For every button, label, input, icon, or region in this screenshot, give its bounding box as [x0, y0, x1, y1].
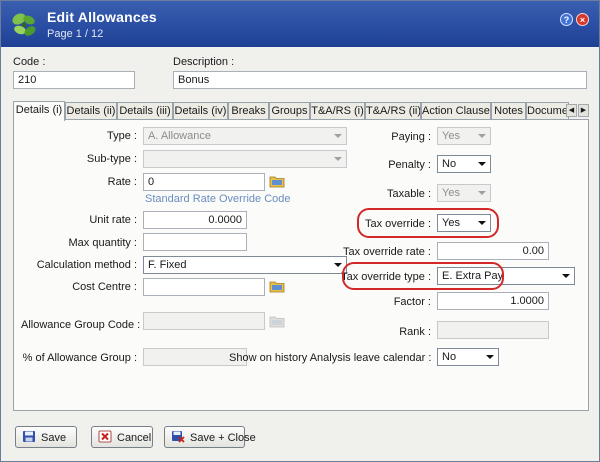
tab-details-ii[interactable]: Details (ii) — [65, 102, 117, 120]
max-quantity-field[interactable] — [143, 233, 247, 251]
paying-value: Yes — [442, 130, 460, 142]
tax-override-rate-label: Tax override rate : — [342, 246, 431, 258]
chevron-down-icon — [478, 162, 486, 166]
chevron-down-icon — [486, 355, 494, 359]
penalty-select[interactable]: No — [437, 155, 491, 173]
tab-scroll-right-icon[interactable]: ▶ — [578, 104, 589, 117]
cancel-button-label: Cancel — [117, 432, 152, 444]
pct-allowance-group-label: % of Allowance Group : — [22, 352, 137, 364]
help-icon[interactable]: ? — [560, 13, 573, 26]
taxable-value: Yes — [442, 187, 460, 199]
unit-rate-label: Unit rate : — [89, 214, 137, 226]
description-field[interactable]: Bonus — [173, 71, 587, 89]
window-title: Edit Allowances — [47, 9, 157, 25]
title-bar[interactable]: Edit Allowances Page 1 / 12 ? × — [1, 1, 599, 47]
cost-centre-field[interactable] — [143, 278, 265, 296]
folder-lookup-icon[interactable] — [269, 279, 285, 293]
taxable-label: Taxable : — [386, 188, 431, 200]
chevron-down-icon — [478, 221, 486, 225]
tax-override-select[interactable]: Yes — [437, 214, 491, 232]
calculation-method-select[interactable]: F. Fixed — [143, 256, 347, 274]
unit-rate-field[interactable]: 0.0000 — [143, 211, 247, 229]
page-indicator: Page 1 / 12 — [47, 28, 104, 40]
tab-strip: Details (i) Details (ii) Details (iii) D… — [13, 101, 589, 121]
tax-override-rate-field[interactable]: 0.00 — [437, 242, 549, 260]
calculation-method-label: Calculation method : — [36, 259, 137, 271]
cancel-x-icon — [98, 430, 112, 443]
paying-label: Paying : — [391, 131, 431, 143]
save-button[interactable]: Save — [15, 426, 77, 448]
type-value: A. Allowance — [148, 130, 211, 142]
factor-label: Factor : — [393, 296, 431, 308]
save-button-label: Save — [41, 432, 67, 444]
show-history-select[interactable]: No — [437, 348, 499, 366]
rate-label: Rate : — [107, 176, 137, 188]
tab-details-iv[interactable]: Details (iv) — [173, 102, 228, 120]
taxable-select[interactable]: Yes — [437, 184, 491, 202]
tab-ta-rs-ii[interactable]: T&A/RS (ii) — [365, 102, 421, 120]
chevron-down-icon — [478, 134, 486, 138]
tax-override-label: Tax override : — [364, 218, 431, 230]
penalty-label: Penalty : — [388, 159, 431, 171]
tax-override-value: Yes — [442, 217, 460, 229]
tab-groups[interactable]: Groups — [269, 102, 310, 120]
edit-allowances-window: Edit Allowances Page 1 / 12 ? × Code : 2… — [0, 0, 600, 462]
leaf-logo-icon — [12, 13, 36, 36]
subtype-select[interactable] — [143, 150, 347, 168]
tab-ta-rs-i[interactable]: T&A/RS (i) — [310, 102, 365, 120]
type-select[interactable]: A. Allowance — [143, 127, 347, 145]
close-icon[interactable]: × — [576, 13, 589, 26]
chevron-down-icon — [334, 263, 342, 267]
rank-label: Rank : — [399, 326, 431, 338]
allowance-group-code-field[interactable] — [143, 312, 265, 330]
paying-select[interactable]: Yes — [437, 127, 491, 145]
save-close-icon — [172, 431, 185, 443]
max-quantity-label: Max quantity : — [68, 237, 137, 249]
chevron-down-icon — [562, 274, 570, 278]
type-label: Type : — [107, 130, 137, 142]
tab-documents[interactable]: Documer — [526, 102, 569, 120]
tax-override-type-select[interactable]: E. Extra Pay — [437, 267, 575, 285]
rank-field[interactable] — [437, 321, 549, 339]
code-label: Code : — [13, 56, 46, 68]
rate-field[interactable]: 0 — [143, 173, 265, 191]
chevron-down-icon — [478, 191, 486, 195]
penalty-value: No — [442, 158, 457, 170]
tab-scroll-left-icon[interactable]: ◀ — [566, 104, 577, 117]
tax-override-type-label: Tax override type : — [341, 271, 431, 283]
save-close-button[interactable]: Save + Close — [164, 426, 256, 448]
description-label: Description : — [173, 56, 235, 68]
tab-details-i[interactable]: Details (i) — [13, 101, 65, 121]
folder-lookup-icon[interactable] — [269, 174, 285, 188]
code-field[interactable]: 210 — [13, 71, 135, 89]
cost-centre-label: Cost Centre : — [72, 281, 137, 293]
tab-notes[interactable]: Notes — [491, 102, 526, 120]
cancel-button[interactable]: Cancel — [91, 426, 153, 448]
tab-details-iii[interactable]: Details (iii) — [117, 102, 173, 120]
factor-field[interactable]: 1.0000 — [437, 292, 549, 310]
allowance-group-code-label: Allowance Group Code : — [21, 319, 141, 331]
save-close-button-label: Save + Close — [190, 432, 256, 444]
folder-lookup-icon[interactable] — [269, 314, 285, 328]
calculation-method-value: F. Fixed — [148, 259, 187, 271]
standard-rate-override-link[interactable]: Standard Rate Override Code — [145, 193, 291, 205]
tax-override-type-value: E. Extra Pay — [442, 270, 504, 282]
subtype-label: Sub-type : — [86, 153, 137, 165]
show-history-label: Show on history Analysis leave calendar … — [229, 352, 432, 364]
floppy-disk-icon — [23, 431, 35, 442]
tab-breaks[interactable]: Breaks — [228, 102, 269, 120]
tab-action-clauses[interactable]: Action Clauses — [421, 102, 491, 120]
show-history-value: No — [442, 351, 457, 363]
